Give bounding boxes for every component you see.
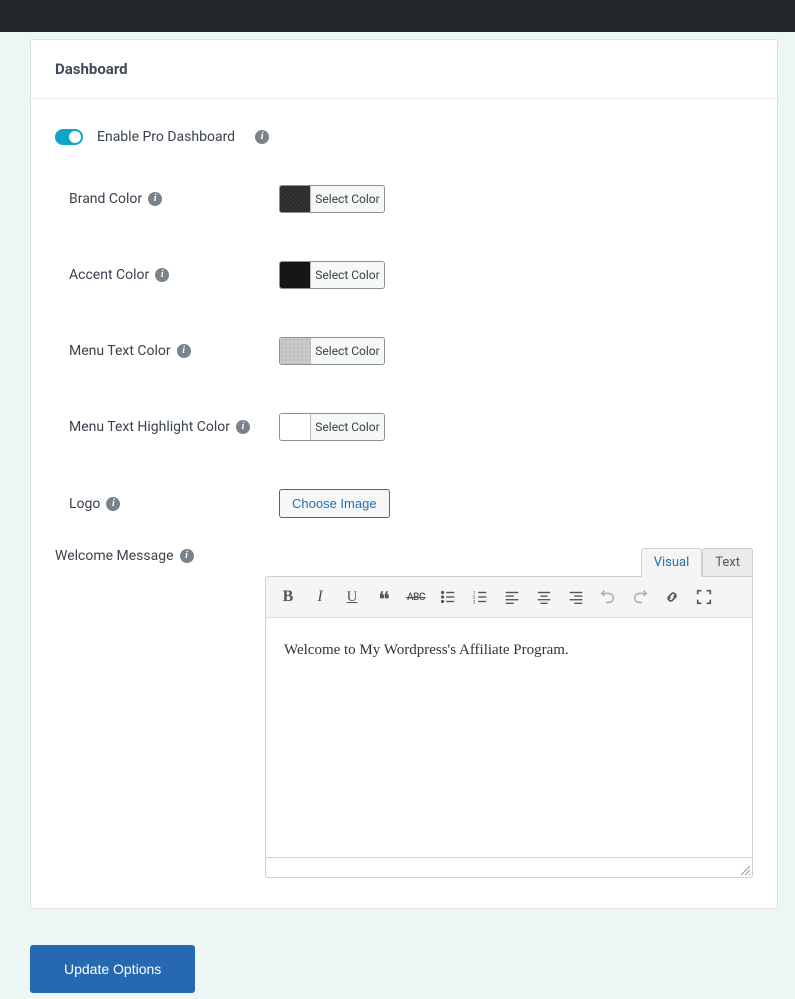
menu-highlight-color-label: Menu Text Highlight Color [69,419,230,435]
underline-icon[interactable]: U [338,585,366,609]
welcome-message-label: Welcome Message [55,548,174,564]
info-icon[interactable]: i [255,130,269,144]
undo-icon[interactable] [594,585,622,609]
update-options-button[interactable]: Update Options [30,945,195,993]
align-right-icon[interactable] [562,585,590,609]
brand-color-label: Brand Color [69,191,142,207]
link-icon[interactable] [658,585,686,609]
brand-color-select-button[interactable]: Select Color [311,186,384,212]
tab-visual[interactable]: Visual [641,548,703,577]
svg-text:3: 3 [473,599,476,605]
accent-color-picker[interactable]: Select Color [279,261,385,289]
brand-color-picker[interactable]: Select Color [279,185,385,213]
menu-highlight-color-picker[interactable]: Select Color [279,413,385,441]
align-center-icon[interactable] [530,585,558,609]
enable-pro-dashboard-toggle[interactable] [55,129,83,145]
choose-image-button[interactable]: Choose Image [279,489,390,518]
info-icon[interactable]: i [148,192,162,206]
editor-content[interactable]: Welcome to My Wordpress's Affiliate Prog… [265,618,753,858]
dashboard-panel: Dashboard Enable Pro Dashboard i Brand C… [30,39,778,909]
accent-color-label: Accent Color [69,267,149,283]
editor-toolbar: B I U ❝ ABC 123 [265,576,753,618]
resize-handle-icon[interactable] [739,864,751,876]
info-icon[interactable]: i [180,549,194,563]
enable-pro-dashboard-label: Enable Pro Dashboard [97,129,235,145]
blockquote-icon[interactable]: ❝ [370,585,398,609]
logo-label: Logo [69,496,100,512]
info-icon[interactable]: i [236,420,250,434]
menu-text-color-picker[interactable]: Select Color [279,337,385,365]
redo-icon[interactable] [626,585,654,609]
brand-color-swatch [280,186,311,212]
menu-text-color-swatch [280,338,311,364]
align-left-icon[interactable] [498,585,526,609]
info-icon[interactable]: i [155,268,169,282]
fullscreen-icon[interactable] [690,585,718,609]
italic-icon[interactable]: I [306,585,334,609]
accent-color-select-button[interactable]: Select Color [311,262,384,288]
panel-title: Dashboard [31,40,777,99]
menu-text-color-select-button[interactable]: Select Color [311,338,384,364]
menu-highlight-color-swatch [280,414,311,440]
accent-color-swatch [280,262,311,288]
numbered-list-icon[interactable]: 123 [466,585,494,609]
info-icon[interactable]: i [106,497,120,511]
menu-highlight-color-select-button[interactable]: Select Color [311,414,384,440]
info-icon[interactable]: i [177,344,191,358]
strikethrough-icon[interactable]: ABC [402,585,430,609]
admin-topbar [0,0,795,32]
menu-text-color-label: Menu Text Color [69,343,171,359]
tab-text[interactable]: Text [702,548,753,577]
bold-icon[interactable]: B [274,585,302,609]
editor-statusbar [265,858,753,878]
bullet-list-icon[interactable] [434,585,462,609]
